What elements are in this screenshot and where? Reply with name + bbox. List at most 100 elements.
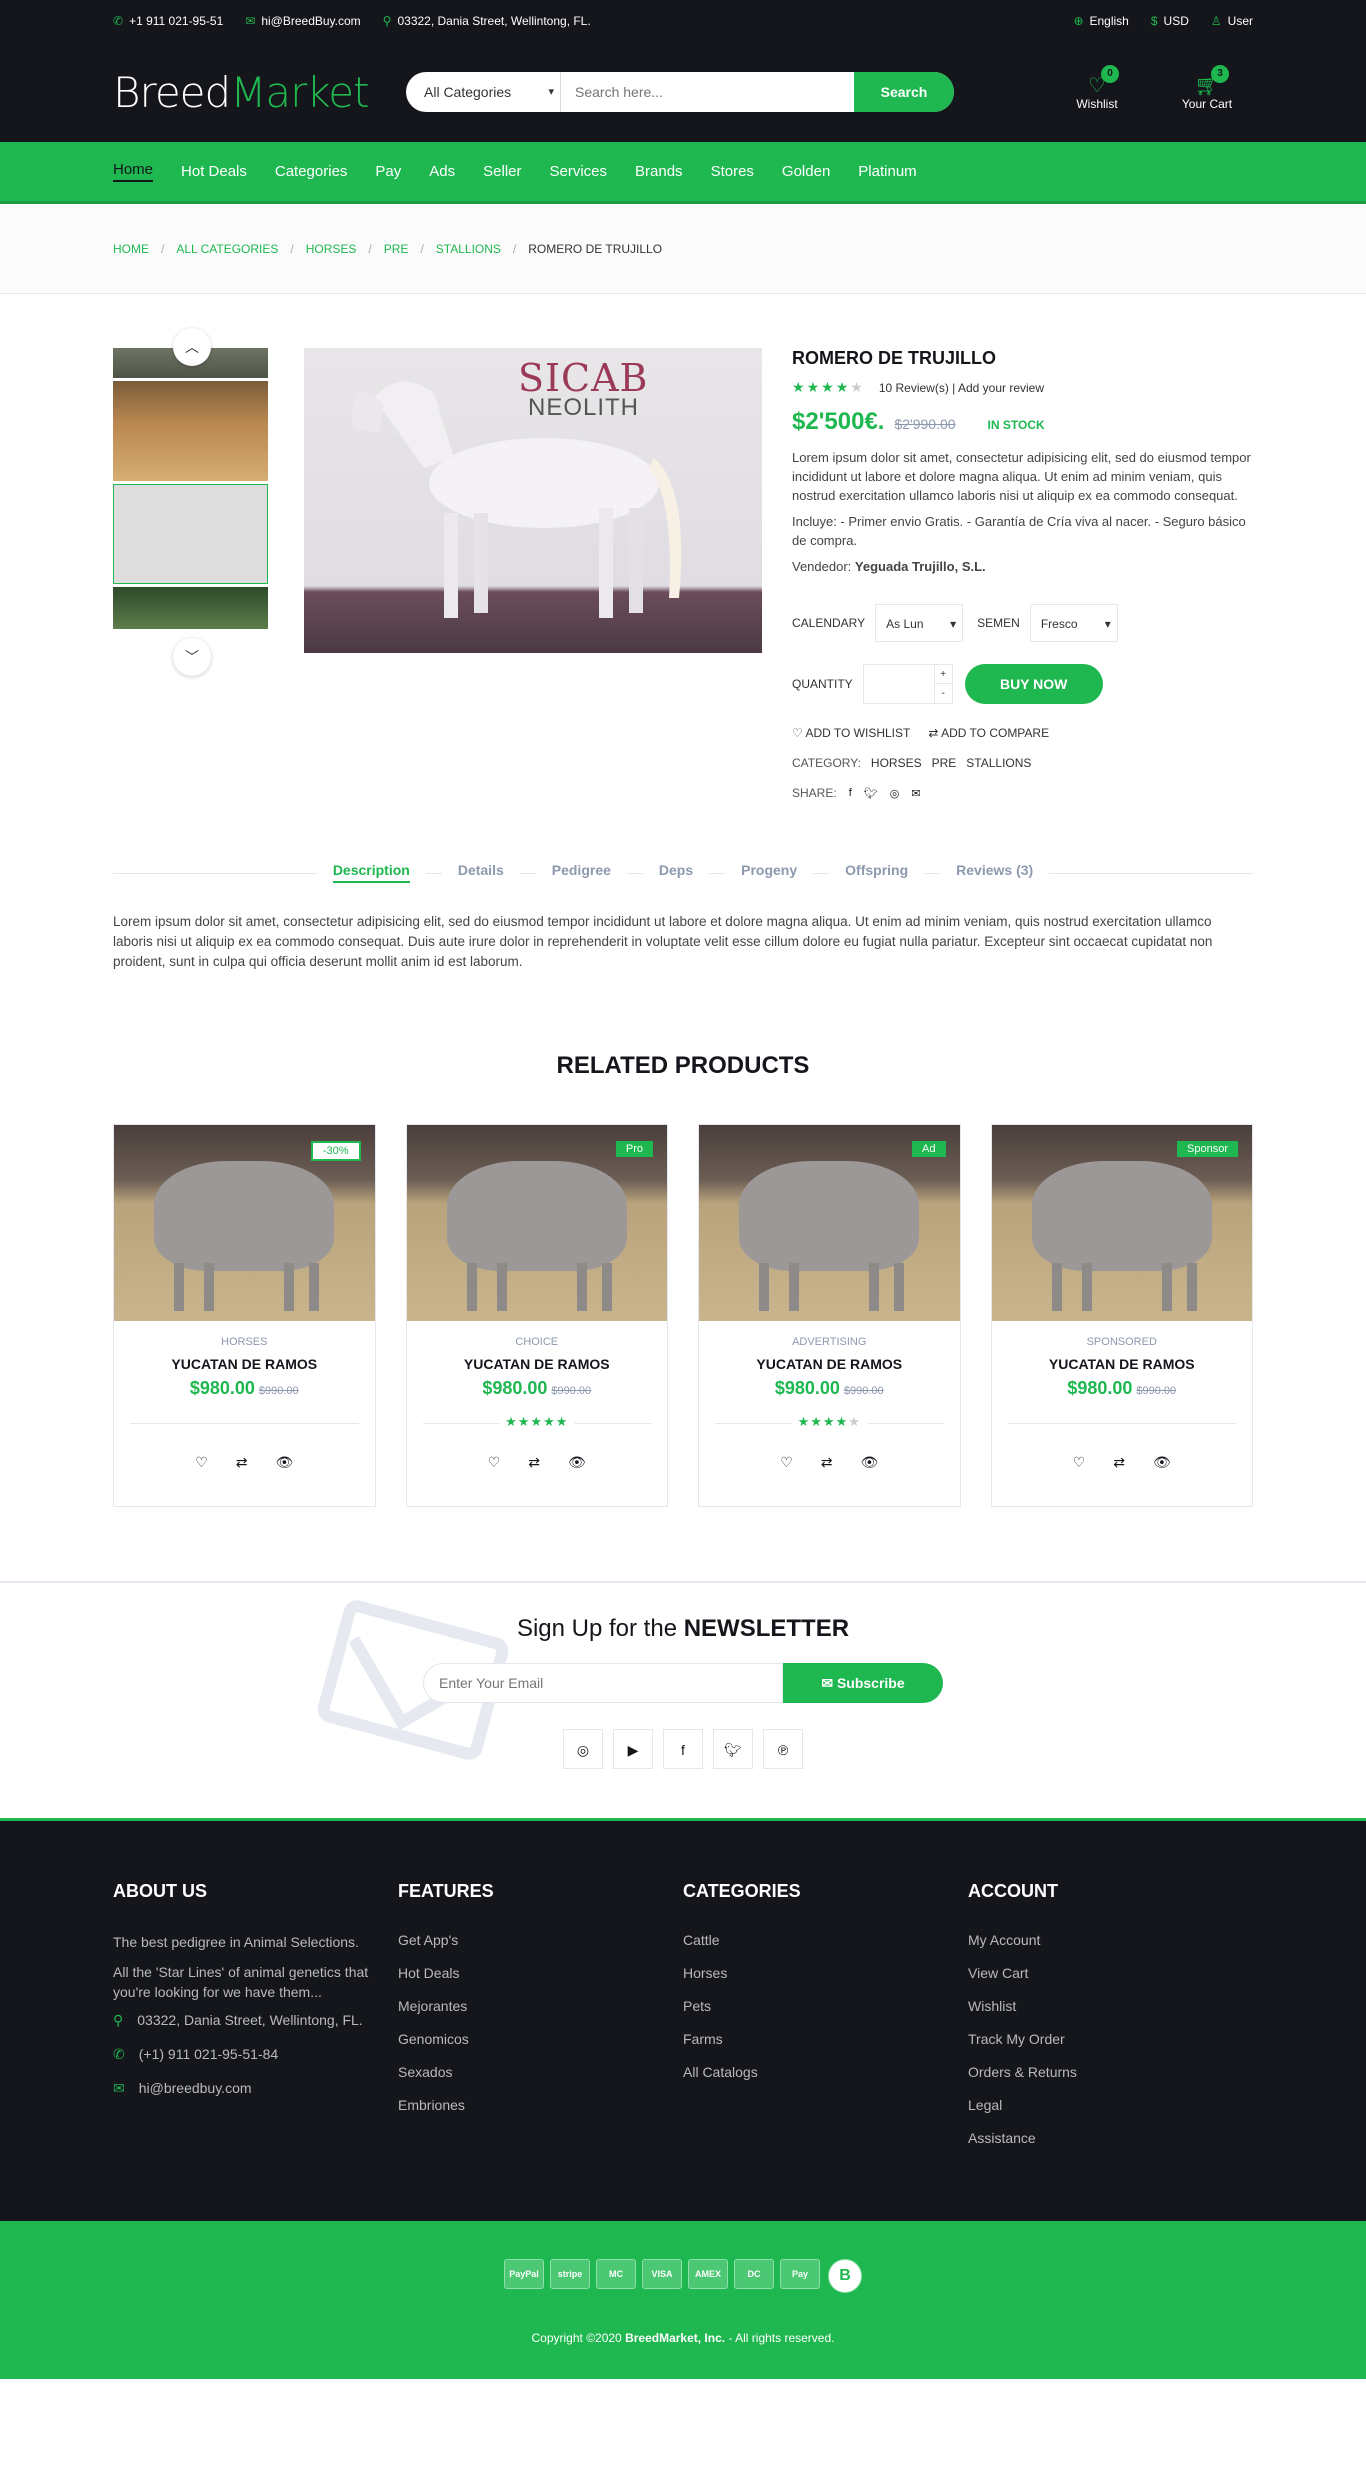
- breadcrumb-item[interactable]: HOME: [113, 242, 149, 256]
- category-select[interactable]: All Categories: [406, 72, 561, 112]
- nav-item-golden[interactable]: Golden: [782, 163, 830, 180]
- header-phone[interactable]: ✆ +1 911 021-95-51: [113, 14, 223, 28]
- product-category-link[interactable]: HORSES: [871, 756, 922, 770]
- nav-item-brands[interactable]: Brands: [635, 163, 683, 180]
- review-link[interactable]: 10 Review(s) | Add your review: [879, 381, 1044, 395]
- footer-link-assistance[interactable]: Assistance: [968, 2130, 1253, 2146]
- footer-link-mejorantes[interactable]: Mejorantes: [398, 1998, 683, 2014]
- heart-icon[interactable]: ♡: [1073, 1454, 1086, 1471]
- product-title[interactable]: YUCATAN DE RAMOS: [992, 1356, 1253, 1372]
- product-card[interactable]: -30% HORSES YUCATAN DE RAMOS $980.00 $990.00…: [113, 1124, 376, 1507]
- twitter-icon[interactable]: 🐦︎: [864, 787, 878, 800]
- exchange-icon[interactable]: ⇄: [236, 1454, 248, 1471]
- product-card[interactable]: Ad ADVERTISING YUCATAN DE RAMOS $980.00 $990…: [698, 1124, 961, 1507]
- increment-icon[interactable]: +: [933, 665, 952, 685]
- tab-description[interactable]: Description: [316, 854, 426, 886]
- instagram-icon[interactable]: ◎: [563, 1729, 603, 1769]
- tab-reviews[interactable]: Reviews (3): [940, 854, 1050, 886]
- footer-link-pets[interactable]: Pets: [683, 1998, 968, 2014]
- exchange-icon[interactable]: ⇄: [821, 1454, 833, 1471]
- facebook-icon[interactable]: f: [663, 1729, 703, 1769]
- add-to-compare-link[interactable]: ⇄ ADD TO COMPARE: [928, 726, 1049, 740]
- nav-item-platinum[interactable]: Platinum: [858, 163, 916, 180]
- product-image[interactable]: Ad: [699, 1125, 960, 1321]
- product-image[interactable]: -30%: [114, 1125, 375, 1321]
- tab-pedigree[interactable]: Pedigree: [535, 854, 627, 886]
- product-image[interactable]: Sponsor: [991, 1125, 1252, 1321]
- wishlist-link[interactable]: ♡ Wishlist 0: [1067, 65, 1127, 111]
- header-email[interactable]: ✉ hi@BreedBuy.com: [245, 14, 360, 28]
- breadcrumb-item[interactable]: STALLIONS: [436, 242, 501, 256]
- product-card[interactable]: Sponsor SPONSORED YUCATAN DE RAMOS $980.00 $…: [990, 1124, 1253, 1507]
- search-button[interactable]: Search: [854, 72, 954, 112]
- footer-link-legal[interactable]: Legal: [968, 2097, 1253, 2113]
- footer-link-track-my-order[interactable]: Track My Order: [968, 2031, 1253, 2047]
- eye-icon[interactable]: 👁︎: [568, 1454, 586, 1471]
- footer-link-hot-deals[interactable]: Hot Deals: [398, 1965, 683, 1981]
- product-category-link[interactable]: PRE: [932, 756, 957, 770]
- user-link[interactable]: ♙ User: [1211, 14, 1253, 28]
- envelope-icon[interactable]: ✉: [911, 787, 920, 800]
- youtube-icon[interactable]: ▶: [613, 1729, 653, 1769]
- exchange-icon[interactable]: ⇄: [1113, 1454, 1125, 1471]
- facebook-icon[interactable]: f: [849, 787, 852, 799]
- instagram-icon[interactable]: ◎: [890, 787, 900, 800]
- main-product-image[interactable]: SICAB NEOLITH: [304, 348, 762, 653]
- nav-item-home[interactable]: Home: [113, 161, 154, 182]
- product-title[interactable]: YUCATAN DE RAMOS: [114, 1356, 375, 1372]
- nav-item-categories[interactable]: Categories: [275, 163, 348, 180]
- eye-icon[interactable]: 👁︎: [276, 1454, 294, 1471]
- pinterest-icon[interactable]: ℗: [763, 1729, 803, 1769]
- buy-now-button[interactable]: BUY NOW: [964, 664, 1103, 704]
- quantity-stepper[interactable]: + -: [862, 664, 953, 704]
- logo[interactable]: BreedMarket: [113, 68, 406, 117]
- heart-icon[interactable]: ♡: [780, 1454, 793, 1471]
- footer-link-view-cart[interactable]: View Cart: [968, 1965, 1253, 1981]
- twitter-icon[interactable]: 🐦︎: [713, 1729, 753, 1769]
- semen-select[interactable]: Fresco: [1029, 604, 1118, 642]
- currency-link[interactable]: $ USD: [1151, 14, 1189, 28]
- chevron-up-icon[interactable]: ︿: [173, 328, 211, 366]
- chevron-down-icon[interactable]: ﹀: [173, 638, 211, 676]
- footer-link-get-app-s[interactable]: Get App's: [398, 1932, 683, 1948]
- tab-deps[interactable]: Deps: [642, 854, 710, 886]
- nav-item-hot-deals[interactable]: Hot Deals: [181, 163, 247, 180]
- breadcrumb-item[interactable]: PRE: [384, 242, 409, 256]
- footer-link-all-catalogs[interactable]: All Catalogs: [683, 2064, 968, 2080]
- header-address[interactable]: ⚲ 03322, Dania Street, Wellintong, FL.: [383, 14, 591, 28]
- footer-link-horses[interactable]: Horses: [683, 1965, 968, 1981]
- footer-link-my-account[interactable]: My Account: [968, 1932, 1253, 1948]
- subscribe-button[interactable]: ✉ Subscribe: [783, 1663, 943, 1703]
- search-input[interactable]: [561, 72, 854, 112]
- footer-link-farms[interactable]: Farms: [683, 2031, 968, 2047]
- breadcrumb-item[interactable]: HORSES: [306, 242, 357, 256]
- product-title[interactable]: YUCATAN DE RAMOS: [699, 1356, 960, 1372]
- newsletter-email-input[interactable]: [423, 1663, 783, 1703]
- product-card[interactable]: Pro CHOICE YUCATAN DE RAMOS $980.00 $990.00 ★…: [405, 1124, 668, 1507]
- language-link[interactable]: ⊕ English: [1073, 14, 1128, 28]
- cart-link[interactable]: 🛒︎ Your Cart 3: [1177, 65, 1237, 111]
- decrement-icon[interactable]: -: [933, 683, 952, 703]
- footer-address[interactable]: ⚲ 03322, Dania Street, Wellintong, FL.: [113, 2012, 398, 2029]
- product-category-link[interactable]: STALLIONS: [966, 756, 1031, 770]
- tab-details[interactable]: Details: [441, 854, 520, 886]
- product-image[interactable]: Pro: [406, 1125, 667, 1321]
- thumbnail-3[interactable]: [113, 484, 268, 584]
- nav-item-services[interactable]: Services: [550, 163, 608, 180]
- nav-item-ads[interactable]: Ads: [429, 163, 455, 180]
- nav-item-seller[interactable]: Seller: [483, 163, 521, 180]
- footer-link-genomicos[interactable]: Genomicos: [398, 2031, 683, 2047]
- thumbnail-2[interactable]: [113, 381, 268, 481]
- footer-link-orders-returns[interactable]: Orders & Returns: [968, 2064, 1253, 2080]
- heart-icon[interactable]: ♡: [195, 1454, 208, 1471]
- eye-icon[interactable]: 👁︎: [1153, 1454, 1171, 1471]
- footer-link-sexados[interactable]: Sexados: [398, 2064, 683, 2080]
- eye-icon[interactable]: 👁︎: [861, 1454, 879, 1471]
- calendary-select[interactable]: As Lun: [875, 604, 964, 642]
- exchange-icon[interactable]: ⇄: [528, 1454, 540, 1471]
- footer-phone[interactable]: ✆ (+1) 911 021-95-51-84: [113, 2046, 398, 2063]
- product-title[interactable]: YUCATAN DE RAMOS: [407, 1356, 668, 1372]
- footer-link-cattle[interactable]: Cattle: [683, 1932, 968, 1948]
- nav-item-stores[interactable]: Stores: [711, 163, 754, 180]
- tab-offspring[interactable]: Offspring: [829, 854, 925, 886]
